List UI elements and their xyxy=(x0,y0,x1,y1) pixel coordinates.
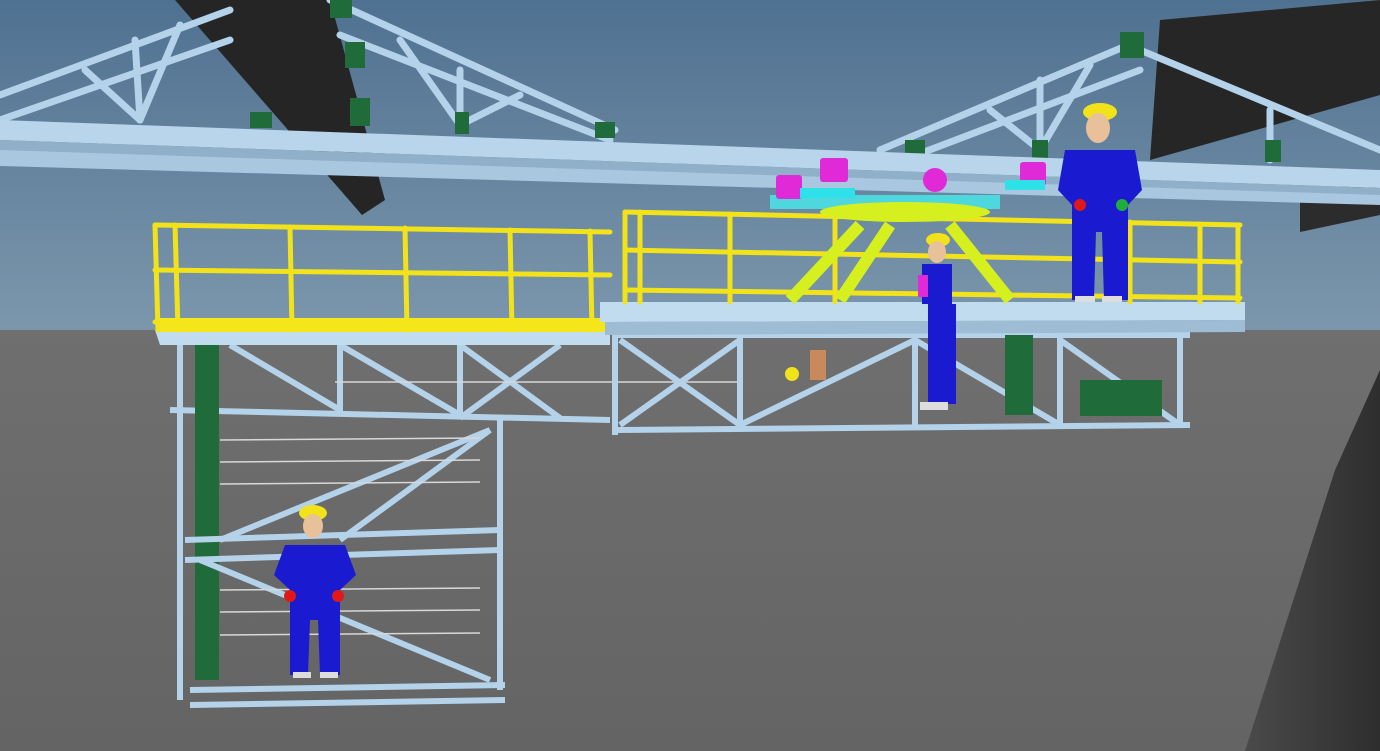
slewing-ring xyxy=(820,202,990,222)
platform-scene xyxy=(0,0,1380,751)
magenta-knob xyxy=(923,168,947,192)
green-column xyxy=(195,345,219,680)
cad-3d-viewport[interactable] xyxy=(0,0,1380,751)
magenta-block-1 xyxy=(776,175,802,199)
magenta-block-2 xyxy=(820,158,848,182)
control-box xyxy=(1080,380,1162,416)
